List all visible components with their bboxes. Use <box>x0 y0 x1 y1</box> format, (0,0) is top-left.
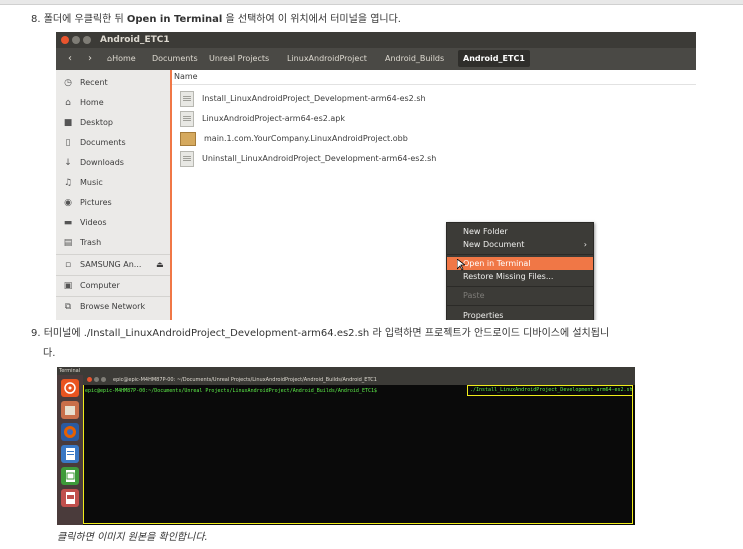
breadcrumb-linuxandroidproject[interactable]: LinuxAndroidProject <box>282 50 372 67</box>
sidebar-item-videos[interactable]: ▬ Videos <box>62 214 168 232</box>
archive-file-icon <box>180 131 196 146</box>
header-divider <box>172 84 696 85</box>
sidebar-item-computer[interactable]: ▣ Computer <box>62 277 168 295</box>
sidebar-item-pictures[interactable]: ◉ Pictures <box>62 194 168 212</box>
sidebar-item-documents[interactable]: ▯ Documents <box>62 134 168 152</box>
file-manager-screenshot: Android_ETC1 ‹ › ⌂Home Documents Unreal … <box>56 32 696 320</box>
firefox-icon[interactable] <box>61 423 79 441</box>
camera-icon: ◉ <box>64 198 72 208</box>
sidebar-separator <box>56 275 170 276</box>
files-icon[interactable] <box>61 401 79 419</box>
apk-file-icon <box>180 110 194 127</box>
minimize-window-icon[interactable] <box>94 377 99 382</box>
breadcrumb-android-etc1[interactable]: Android_ETC1 <box>458 50 530 67</box>
terminal-output-area[interactable] <box>83 385 633 524</box>
file-list[interactable]: Name Install_LinuxAndroidProject_Develop… <box>172 70 696 320</box>
trash-icon: ▤ <box>63 238 73 248</box>
maximize-window-icon[interactable] <box>83 36 91 44</box>
terminal-window-title: epic@epic-M4HM87P-00: ~/Documents/Unreal… <box>113 377 377 383</box>
top-panel-label: Terminal <box>57 367 635 375</box>
breadcrumb-documents[interactable]: Documents <box>147 50 203 67</box>
context-menu: New Folder New Document › Open in Termina… <box>446 222 594 320</box>
window-titlebar: Android_ETC1 <box>56 32 696 48</box>
window-title: Android_ETC1 <box>100 35 170 45</box>
terminal-prompt: epic@epic-M4HM87P-00:~/Documents/Unreal … <box>85 388 377 394</box>
file-item[interactable]: Install_LinuxAndroidProject_Development-… <box>180 90 426 108</box>
impress-icon[interactable] <box>61 489 79 507</box>
step-8-bold: Open in Terminal <box>126 14 223 25</box>
terminal-window: epic@epic-M4HM87P-00: ~/Documents/Unreal… <box>83 375 635 525</box>
terminal-titlebar: epic@epic-M4HM87P-00: ~/Documents/Unreal… <box>83 375 635 385</box>
home-icon: ⌂ <box>65 98 71 108</box>
music-icon: ♫ <box>63 178 73 188</box>
column-header-name[interactable]: Name <box>174 72 198 81</box>
maximize-window-icon[interactable] <box>101 377 106 382</box>
sidebar-item-home[interactable]: ⌂ Home <box>62 94 168 112</box>
menu-item-properties[interactable]: Properties <box>447 309 593 320</box>
menu-item-restore-missing-files[interactable]: Restore Missing Files... <box>447 270 593 283</box>
desktop-icon: ■ <box>63 118 73 128</box>
path-bar: ‹ › ⌂Home Documents Unreal Projects Linu… <box>56 48 696 70</box>
sidebar-item-recent[interactable]: ◷ Recent <box>62 74 168 92</box>
breadcrumb-unreal-projects[interactable]: Unreal Projects <box>204 50 274 67</box>
sidebar-item-browse-network[interactable]: ⧉ Browse Network <box>62 298 168 316</box>
breadcrumb-home[interactable]: ⌂Home <box>102 50 141 67</box>
menu-item-new-folder[interactable]: New Folder <box>447 225 593 238</box>
forward-arrow-icon[interactable]: › <box>82 51 98 66</box>
drive-icon: ▫ <box>64 260 72 270</box>
mouse-cursor-icon <box>457 259 465 271</box>
sidebar-item-music[interactable]: ♫ Music <box>62 174 168 192</box>
menu-separator <box>447 286 593 287</box>
close-window-icon[interactable] <box>61 36 69 44</box>
video-icon: ▬ <box>63 218 73 228</box>
download-icon: ↓ <box>64 158 72 168</box>
clock-icon: ◷ <box>64 78 72 88</box>
minimize-window-icon[interactable] <box>72 36 80 44</box>
sidebar-item-samsung-drive[interactable]: ▫ SAMSUNG An... ⏏ <box>62 256 168 274</box>
file-item[interactable]: Uninstall_LinuxAndroidProject_Developmen… <box>180 150 436 168</box>
step-8-text: 8. 폴더에 우클릭한 뒤 Open in Terminal 을 선택하여 이 … <box>31 14 401 25</box>
back-arrow-icon[interactable]: ‹ <box>62 51 78 66</box>
menu-item-paste: Paste <box>463 291 485 300</box>
sidebar-item-downloads[interactable]: ↓ Downloads <box>62 154 168 172</box>
breadcrumb-android-builds[interactable]: Android_Builds <box>380 50 449 67</box>
network-icon: ⧉ <box>64 302 72 312</box>
top-divider <box>0 0 743 5</box>
highlighted-command: ./Install_LinuxAndroidProject_Developmen… <box>467 385 633 396</box>
eject-icon[interactable]: ⏏ <box>156 256 164 274</box>
unity-launcher <box>57 375 83 525</box>
close-window-icon[interactable] <box>87 377 92 382</box>
menu-item-new-document[interactable]: New Document › <box>447 238 593 251</box>
sidebar-separator <box>56 254 170 255</box>
document-icon: ▯ <box>65 138 71 148</box>
submenu-arrow-icon: › <box>583 240 587 249</box>
script-file-icon <box>180 150 194 167</box>
image-caption[interactable]: 클릭하면 이미지 원본을 확인합니다. <box>57 528 208 543</box>
step-9-text-continued: 다. <box>43 348 56 359</box>
script-file-icon <box>180 90 194 107</box>
places-sidebar: ◷ Recent ⌂ Home ■ Desktop ▯ Documents ↓ Downl… <box>56 70 172 320</box>
file-item[interactable]: LinuxAndroidProject-arm64-es2.apk <box>180 110 345 128</box>
calc-icon[interactable] <box>61 467 79 485</box>
menu-item-open-in-terminal[interactable]: Open in Terminal <box>447 257 593 270</box>
dash-icon[interactable] <box>61 379 79 397</box>
terminal-screenshot: Terminal epic@epic-M4HM87P-00: ~/Documen… <box>57 367 635 525</box>
file-item[interactable]: main.1.com.YourCompany.LinuxAndroidProje… <box>180 130 408 148</box>
computer-icon: ▣ <box>63 281 73 291</box>
writer-icon[interactable] <box>61 445 79 463</box>
sidebar-item-desktop[interactable]: ■ Desktop <box>62 114 168 132</box>
menu-separator <box>447 305 593 306</box>
sidebar-item-trash[interactable]: ▤ Trash <box>62 234 168 252</box>
step-9-text: 9. 터미널에 ./Install_LinuxAndroidProject_De… <box>31 328 610 339</box>
menu-separator <box>447 254 593 255</box>
sidebar-separator <box>56 296 170 297</box>
